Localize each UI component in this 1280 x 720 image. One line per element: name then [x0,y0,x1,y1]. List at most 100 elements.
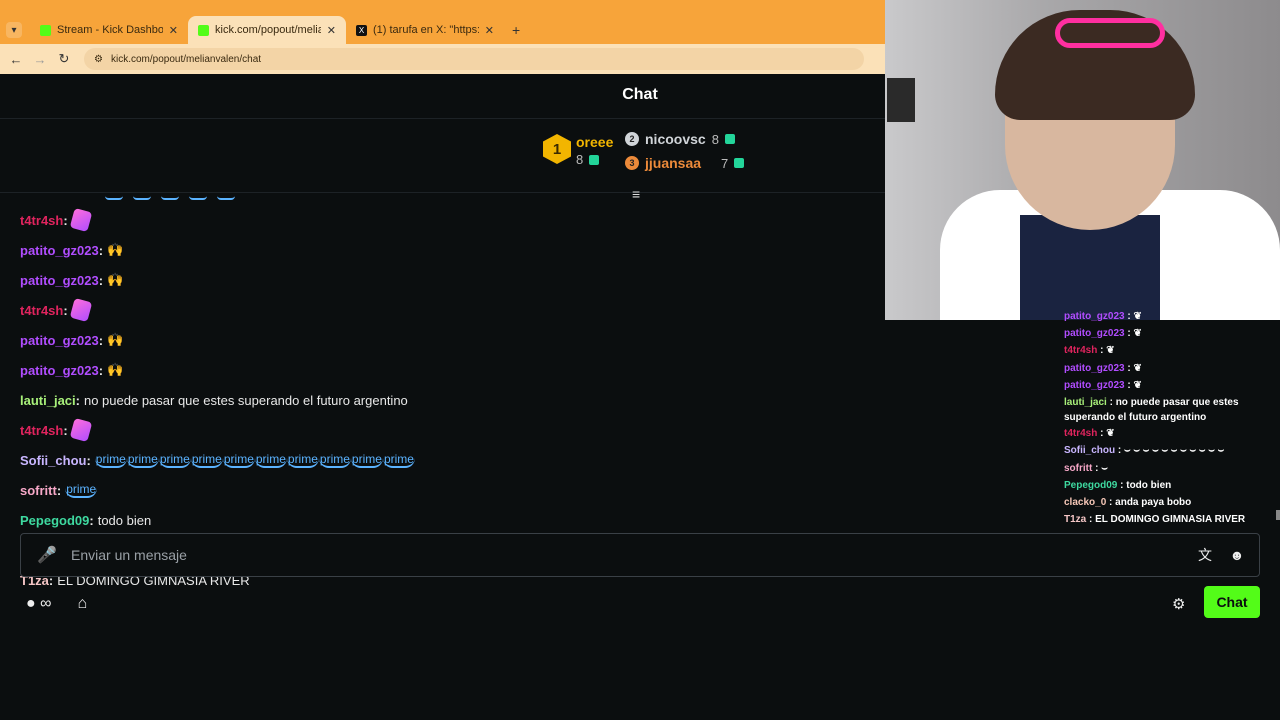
message-separator: : [98,242,104,258]
overlay-username: t4tr4sh [1064,345,1098,357]
overlay-message: t4tr4sh : ❦ [1064,425,1280,442]
message-username[interactable]: t4tr4sh [20,303,63,318]
gift-icon [589,154,600,165]
clap-emote-icon[interactable]: 🙌 [107,362,123,378]
message-username[interactable]: patito_gz023 [20,273,99,288]
url-bar[interactable]: ⚙ kick.com/popout/melianvalen/chat [84,48,864,70]
chat-message: t4tr4sh: [20,415,880,445]
points-icon: ● [26,595,36,612]
tab-x[interactable]: X (1) tarufa en X: "https://t.co/Aj ✕ [346,16,504,44]
prime-emote-icon[interactable]: prime [190,452,223,468]
cut-emotes [105,196,235,200]
prime-emote-icon[interactable]: prime [65,482,98,498]
leaderboard-third[interactable]: 3 jjuansaa 7 [625,155,745,171]
overlay-username: patito_gz023 [1064,379,1125,391]
settings-gear-icon[interactable]: ⚙ [1172,595,1185,613]
chat-message: patito_gz023: 🙌 [20,355,880,385]
overlay-message: T1za : EL DOMINGO GIMNASIA RIVER [1064,511,1280,528]
tab-kick-chat[interactable]: kick.com/popout/melianvalen/c ✕ [188,16,346,44]
overlay-message: lauti_jaci : no puede pasar que estes [1064,394,1280,411]
message-text: no puede pasar que estes superando el fu… [83,392,408,408]
microphone-icon[interactable]: 🎤 [37,545,57,565]
channel-points-button[interactable]: ● ∞ [26,595,52,613]
overlay-text: : ⌣ [1092,462,1108,474]
back-arrow-icon[interactable]: ← [4,52,28,67]
leaderboard-first[interactable]: 1 oreee 8 [543,134,613,167]
message-username[interactable]: Sofii_chou [20,453,86,468]
message-username[interactable]: sofritt [20,483,57,498]
prime-emote-icon[interactable]: prime [254,452,287,468]
rank-3-badge-icon: 3 [625,156,639,170]
message-username[interactable]: patito_gz023 [20,243,99,258]
site-info-icon[interactable]: ⚙ [94,54,103,65]
overlay-message: clacko_0 : anda paya bobo [1064,494,1280,511]
chat-message: t4tr4sh: [20,295,880,325]
overlay-username: Sofii_chou [1064,445,1116,457]
reload-icon[interactable]: ↻ [52,51,76,67]
store-icon[interactable]: ⌂ [78,595,88,613]
prime-emote-icon[interactable]: prime [382,452,415,468]
message-separator: : [98,332,104,348]
overlay-username: patito_gz023 [1064,311,1125,322]
leaderboard-second[interactable]: 2 nicoovsc 8 [625,131,735,147]
message-username[interactable]: lauti_jaci [20,393,76,408]
clap-emote-icon[interactable]: 🙌 [107,332,123,348]
chat-message: patito_gz023: 🙌 [20,235,880,265]
gift-count: 8 [711,131,719,147]
translate-icon[interactable]: 文 [1195,545,1215,565]
overlay-text: : ❦ [1124,328,1142,340]
emote-icon[interactable] [69,418,92,442]
prime-emote-icon[interactable]: prime [318,452,351,468]
tab-stream-dashboard[interactable]: Stream - Kick Dashboard ✕ [30,16,188,44]
chat-input[interactable] [71,547,1195,563]
webcam-overlay [885,0,1280,320]
tab-title: Stream - Kick Dashboard [57,24,163,36]
prime-emote-icon[interactable]: prime [222,452,255,468]
gift-count: 7 [721,155,729,171]
close-icon[interactable]: ✕ [485,24,494,37]
chat-message: t4tr4sh: [20,205,880,235]
message-text: todo bien [97,512,152,528]
chat-message: Sofii_chou: prime prime prime prime prime prim… [20,445,880,475]
points-value: ∞ [40,595,52,612]
tab-search-icon[interactable]: ▾ [6,22,22,38]
collapse-leaderboard-icon[interactable]: ≡ [632,186,640,202]
prime-emote-icon[interactable]: prime [126,452,159,468]
emote-icon[interactable] [69,298,92,322]
prime-emote-icon[interactable]: prime [158,452,191,468]
forward-arrow-icon[interactable]: → [28,52,52,67]
overlay-username: sofritt [1064,462,1093,474]
prime-emote-icon[interactable]: prime [350,452,383,468]
message-username[interactable]: t4tr4sh [20,213,63,228]
overlay-username: patito_gz023 [1064,362,1125,374]
gift-icon [724,134,735,144]
close-icon[interactable]: ✕ [327,24,336,37]
prime-emote-icon[interactable]: prime [94,452,127,468]
emoji-icon[interactable]: ☻ [1227,547,1247,563]
overlay-text: : todo bien [1117,479,1172,491]
chat-input-box[interactable]: 🎤 文 ☻ [20,533,1260,577]
overlay-message: patito_gz023 : ❦ [1064,308,1280,325]
overlay-username: Pepegod09 [1064,479,1118,491]
new-tab-plus-icon[interactable]: + [512,22,520,38]
message-username[interactable]: t4tr4sh [20,423,63,438]
clap-emote-icon[interactable]: 🙌 [107,272,123,288]
emote-icon[interactable] [69,208,92,232]
message-username[interactable]: Pepegod09 [20,513,89,528]
kick-favicon-icon [198,24,209,36]
overlay-text: : EL DOMINGO GIMNASIA RIVER [1086,514,1246,526]
overlay-username: patito_gz023 [1064,328,1125,340]
message-username[interactable]: patito_gz023 [20,363,99,378]
rank-1-badge-icon: 1 [543,134,571,164]
overlay-username: lauti_jaci [1064,397,1107,409]
send-chat-button[interactable]: Chat [1204,586,1260,618]
close-icon[interactable]: ✕ [169,24,178,37]
overlay-message: patito_gz023 : ❦ [1064,360,1280,377]
stream-chat-overlay: patito_gz023 : ❦ patito_gz023 : ❦ t4tr4sh … [1064,308,1280,528]
overlay-message: patito_gz023 : ❦ [1064,377,1280,394]
clap-emote-icon[interactable]: 🙌 [107,242,123,258]
prime-emote-icon[interactable]: prime [286,452,319,468]
message-username[interactable]: patito_gz023 [20,333,99,348]
overlay-text: : no puede pasar que estes [1106,397,1239,409]
address-toolbar: ← → ↻ ⚙ kick.com/popout/melianvalen/chat [0,44,885,74]
